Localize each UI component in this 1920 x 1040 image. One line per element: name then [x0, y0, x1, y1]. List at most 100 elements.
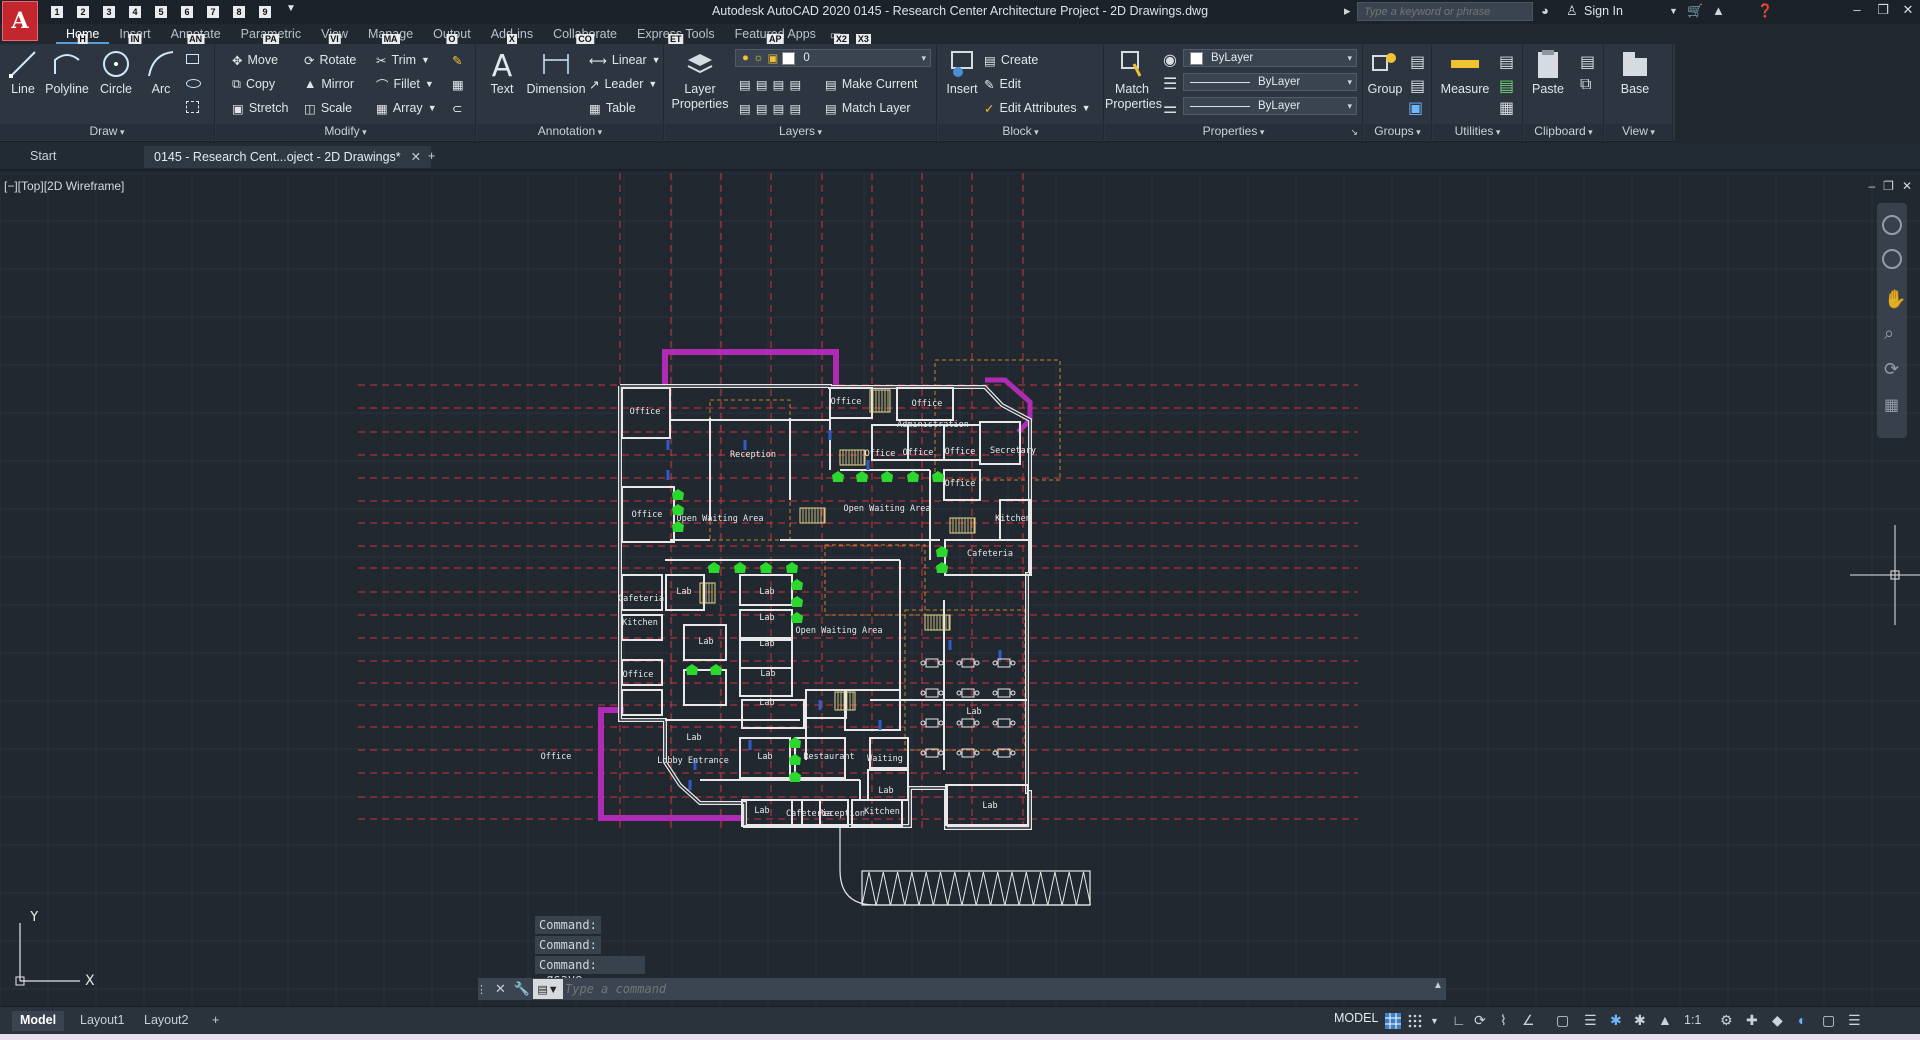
block-panel-title[interactable]: Block — [938, 124, 1103, 140]
drawing-viewport[interactable]: Office Office Office Administration Office Of… — [0, 173, 1920, 1009]
tab-layout2[interactable]: Layout2 — [136, 1011, 196, 1031]
measure-button[interactable]: Measure — [1437, 48, 1493, 96]
tab-drawing[interactable]: 0145 - Research Cent...oject - 2D Drawin… — [144, 146, 432, 168]
search-input[interactable] — [1357, 2, 1533, 21]
move-button[interactable]: ✥ Move — [232, 49, 278, 71]
match-layer-button[interactable]: ▤ Match Layer — [825, 97, 911, 119]
zoom-extents-icon[interactable]: ⌕ — [1884, 323, 1894, 344]
command-input[interactable] — [565, 982, 1365, 996]
layer-unisolate-icon[interactable]: ▤ — [756, 101, 768, 116]
qat-plot-button[interactable]: 6 — [178, 3, 196, 20]
auto-scale-icon[interactable]: ✱ — [1634, 1012, 1652, 1030]
customize-wrench-icon[interactable]: 🔧 — [514, 981, 530, 997]
base-button[interactable]: Base — [1615, 48, 1655, 96]
tab-home[interactable]: HomeH — [56, 24, 110, 45]
hardware-acceleration-icon[interactable]: ◐ — [1798, 1012, 1816, 1030]
arc-button[interactable]: Arc — [144, 48, 178, 96]
rectangle-button[interactable] — [186, 48, 199, 70]
calculator-icon[interactable]: ▦ — [1499, 98, 1514, 118]
line-button[interactable]: Line — [6, 48, 40, 96]
recent-commands-icon[interactable]: ▤▼ — [533, 979, 563, 999]
tab-parametric[interactable]: ParametricPA — [231, 24, 311, 45]
qat-saveas-button[interactable]: 4 — [126, 3, 144, 20]
stretch-button[interactable]: ▣ Stretch — [232, 97, 288, 119]
add-layout-button[interactable]: + — [204, 1011, 227, 1031]
help-icon[interactable]: ❓ — [1757, 3, 1773, 19]
restore-icon[interactable]: ❐ — [1872, 2, 1894, 22]
edit-block-button[interactable]: ✎ Edit — [984, 73, 1021, 95]
copy-clip-icon[interactable]: ⧉ — [1580, 76, 1591, 94]
annotation-visibility-icon[interactable]: ✱ — [1610, 1012, 1628, 1030]
floor-plan-drawing[interactable]: Office Office Office Administration Office Of… — [0, 173, 1920, 1009]
dimension-button[interactable]: Dimension — [525, 48, 587, 96]
fillet-button[interactable]: ⌒ Fillet ▼ — [376, 73, 434, 95]
orbit-3d-icon[interactable]: ⟳ — [1884, 359, 1899, 380]
cut-icon[interactable]: ▤ — [1580, 52, 1595, 72]
qat-share-button[interactable]: 9 — [256, 3, 274, 20]
isodraft-icon[interactable]: ⌇ — [1500, 1012, 1518, 1030]
close-icon[interactable]: ✕ — [495, 981, 506, 997]
qat-redo-button[interactable]: 8 — [230, 3, 248, 20]
tab-start[interactable]: Start — [20, 146, 140, 168]
group-edit-icon[interactable]: ▤ — [1410, 76, 1425, 96]
gear-icon[interactable]: ⚙ — [1720, 1012, 1738, 1030]
layer-unlock-icon[interactable]: ▤ — [789, 101, 801, 116]
binoculars-icon[interactable]: ◕ — [1541, 3, 1549, 18]
linear-button[interactable]: ⟷ Linear ▼ — [589, 49, 661, 71]
grip-handle-icon[interactable]: ⋮ — [476, 983, 487, 996]
tab-overflow[interactable]: ▭ X2 X3 — [826, 24, 871, 45]
clipboard-panel-title[interactable]: Clipboard — [1524, 124, 1603, 140]
chevron-down-icon[interactable]: ▼ — [1430, 1016, 1448, 1034]
qat-undo-button[interactable]: 7 — [204, 3, 222, 20]
qat-open-button[interactable]: 2 — [74, 3, 92, 20]
trim-button[interactable]: ✂ Trim ▼ — [376, 49, 430, 71]
restore-icon[interactable]: ❐ — [1883, 179, 1894, 193]
text-button[interactable]: A Text — [485, 48, 519, 96]
lineweight-toggle-icon[interactable]: ☰ — [1584, 1012, 1602, 1030]
layer-freeze-icon[interactable]: ▤ — [773, 77, 785, 92]
layers-panel-title[interactable]: Layers — [665, 124, 936, 140]
polar-tracking-icon[interactable]: ⟳ — [1474, 1012, 1492, 1030]
chevron-down-icon[interactable]: ▼ — [425, 79, 434, 89]
table-button[interactable]: ▦ Table — [589, 97, 636, 119]
tab-annotate[interactable]: AnnotateAN — [161, 24, 231, 45]
create-block-button[interactable]: ▤ Create — [984, 49, 1038, 71]
edit-attributes-button[interactable]: ✓ Edit Attributes ▼ — [984, 97, 1091, 119]
array-button[interactable]: ▦ Array ▼ — [376, 97, 437, 119]
new-tab-button[interactable]: + — [418, 146, 445, 168]
properties-panel-title[interactable]: Properties — [1105, 124, 1362, 140]
grid-display-icon[interactable] — [1384, 1012, 1402, 1030]
modify-panel-title[interactable]: Modify — [216, 124, 475, 140]
group-select-icon[interactable]: ▣ — [1408, 98, 1423, 118]
close-icon[interactable]: ✕ — [1902, 179, 1912, 193]
steering-wheel-icon[interactable] — [1882, 215, 1902, 235]
tab-featured-apps[interactable]: Featured Apps AP — [725, 24, 826, 45]
mirror-button[interactable]: ▲ Mirror — [304, 73, 354, 95]
isolate-objects-icon[interactable]: ◆ — [1772, 1012, 1790, 1030]
object-snap-icon[interactable]: ▢ — [1556, 1012, 1574, 1030]
snap-mode-icon[interactable] — [1406, 1012, 1424, 1030]
annotation-scale-icon[interactable]: ▲ — [1658, 1012, 1676, 1030]
chevron-down-icon[interactable]: ▼ — [1082, 103, 1091, 113]
tab-manage[interactable]: ManageMA — [358, 24, 423, 45]
orbit-icon[interactable] — [1882, 249, 1902, 269]
draw-panel-title[interactable]: Draw — [0, 124, 214, 140]
color-dropdown[interactable]: ByLayer — [1183, 49, 1357, 67]
chevron-down-icon[interactable]: ▼ — [421, 55, 430, 65]
copy-button[interactable]: ⧉ Copy — [232, 73, 275, 95]
circle-button[interactable]: Circle — [96, 48, 136, 96]
paste-button[interactable]: Paste — [1528, 48, 1568, 96]
layer-off-icon[interactable]: ▤ — [739, 77, 751, 92]
group-button[interactable]: Group — [1366, 48, 1404, 96]
layer-dropdown[interactable]: ● ☼ ▣ 0 — [735, 49, 931, 67]
annotation-panel-title[interactable]: Annotation — [477, 124, 663, 140]
qat-save-button[interactable]: 3 — [100, 3, 118, 20]
scale-button[interactable]: ◫ Scale — [304, 97, 352, 119]
layer-on-icon[interactable]: ▤ — [739, 101, 751, 116]
layer-lock-icon[interactable]: ▤ — [789, 77, 801, 92]
object-snap-tracking-icon[interactable]: ∠ — [1522, 1012, 1540, 1030]
hatch-button[interactable] — [186, 96, 199, 118]
select-all-icon[interactable]: ▤ — [1499, 76, 1514, 96]
erase-button[interactable]: ✎ — [452, 49, 462, 71]
chevron-down-icon[interactable]: ▼ — [428, 103, 437, 113]
